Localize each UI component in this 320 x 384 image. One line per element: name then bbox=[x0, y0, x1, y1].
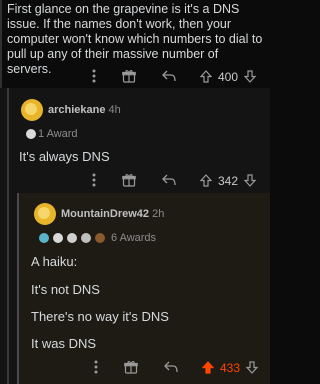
award-icon bbox=[53, 233, 63, 243]
award-icon[interactable] bbox=[120, 171, 138, 189]
vote-score: 342 bbox=[218, 174, 239, 188]
comment-2: archiekane 4h 1 Award It's always DNS 34… bbox=[0, 88, 270, 193]
more-options-icon[interactable] bbox=[88, 66, 100, 86]
thread-line[interactable] bbox=[0, 0, 2, 88]
downvote-icon[interactable] bbox=[242, 67, 258, 85]
comment-body: First glance on the grapevine is it's a … bbox=[7, 2, 263, 76]
comment-body: It's always DNS bbox=[19, 149, 110, 164]
comment-3: MountainDrew42 2h 6 Awards A haiku: It's… bbox=[0, 193, 270, 384]
more-options-icon[interactable] bbox=[90, 357, 102, 377]
avatar[interactable] bbox=[34, 203, 56, 225]
haiku-line: It was DNS bbox=[31, 336, 97, 351]
comment-1: First glance on the grapevine is it's a … bbox=[0, 0, 270, 88]
award-icon[interactable] bbox=[122, 358, 140, 376]
haiku-line: A haiku: bbox=[31, 254, 78, 269]
downvote-icon[interactable] bbox=[242, 171, 258, 189]
vote-score: 433 bbox=[220, 361, 241, 375]
reply-icon[interactable] bbox=[160, 171, 178, 189]
award-icon bbox=[67, 233, 77, 243]
award-icon bbox=[39, 233, 49, 243]
upvote-icon[interactable] bbox=[198, 67, 214, 85]
award-icon[interactable] bbox=[120, 67, 138, 85]
haiku-line: It's not DNS bbox=[31, 282, 100, 297]
thread-line[interactable] bbox=[7, 193, 9, 384]
reply-icon[interactable] bbox=[162, 358, 180, 376]
downvote-icon[interactable] bbox=[244, 358, 260, 376]
username[interactable]: archiekane 4h bbox=[48, 104, 121, 116]
awards[interactable]: 6 Awards bbox=[39, 232, 156, 244]
upvote-icon[interactable] bbox=[200, 358, 216, 376]
username[interactable]: MountainDrew42 2h bbox=[61, 208, 164, 220]
vote-score: 400 bbox=[218, 70, 239, 84]
avatar[interactable] bbox=[21, 99, 43, 121]
more-options-icon[interactable] bbox=[88, 170, 100, 190]
award-icon bbox=[81, 233, 91, 243]
upvote-icon[interactable] bbox=[198, 171, 214, 189]
reply-icon[interactable] bbox=[160, 67, 178, 85]
thread-line[interactable] bbox=[7, 88, 9, 193]
awards[interactable]: 1 Award bbox=[26, 128, 78, 140]
haiku-line: There's no way it's DNS bbox=[31, 309, 169, 324]
award-icon bbox=[26, 129, 36, 139]
award-icon bbox=[95, 233, 105, 243]
comment-container: MountainDrew42 2h 6 Awards A haiku: It's… bbox=[17, 193, 270, 384]
